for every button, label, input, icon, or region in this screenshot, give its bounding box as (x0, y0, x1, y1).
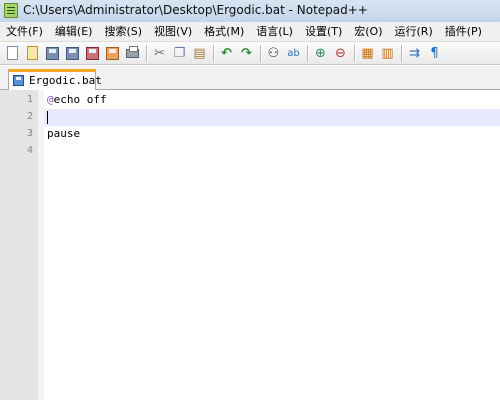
copy-icon: ❐ (173, 45, 186, 61)
menu-macro[interactable]: 宏(O) (348, 22, 388, 41)
saved-file-icon (13, 75, 24, 86)
open-file-icon (27, 45, 38, 60)
close-button[interactable] (84, 45, 101, 62)
save-all-icon (66, 46, 79, 60)
undo-button[interactable]: ↶ (218, 45, 235, 62)
menu-file[interactable]: 文件(F) (0, 22, 49, 41)
menu-language[interactable]: 语言(L) (250, 22, 299, 41)
editor-area[interactable]: 1 2 3 4 @echo off pause (0, 90, 500, 400)
copy-button[interactable]: ❐ (171, 45, 188, 62)
close-all-button[interactable] (104, 45, 121, 62)
document-tab-bar: Ergodic.bat (0, 66, 500, 90)
toolbar: ✂ ❐ ▤ ↶ ↷ ⚇ ab ⊕ ⊖ ▦ ▥ ⇉ ¶ (0, 42, 500, 65)
menu-format[interactable]: 格式(M) (198, 22, 250, 41)
paste-button[interactable]: ▤ (191, 45, 208, 62)
menu-edit[interactable]: 编辑(E) (49, 22, 99, 41)
toolbar-separator (213, 44, 214, 62)
new-file-button[interactable] (4, 45, 21, 62)
open-file-button[interactable] (24, 45, 41, 62)
sync-horizontal-button[interactable]: ▥ (379, 45, 396, 62)
paste-icon: ▤ (193, 45, 206, 61)
toolbar-separator (401, 44, 402, 62)
fold-margin (38, 90, 44, 400)
window-title: C:\Users\Administrator\Desktop\Ergodic.b… (23, 3, 368, 17)
text-caret (47, 111, 48, 124)
line-number: 2 (26, 111, 33, 122)
save-all-button[interactable] (64, 45, 81, 62)
sync-vertical-button[interactable]: ▦ (359, 45, 376, 62)
find-button[interactable]: ⚇ (265, 45, 282, 62)
code-line-1: @echo off (47, 93, 107, 106)
replace-icon: ab (287, 47, 300, 59)
close-icon (86, 46, 99, 60)
zoom-in-icon: ⊕ (315, 45, 326, 61)
cut-button[interactable]: ✂ (151, 45, 168, 62)
toolbar-separator (307, 44, 308, 62)
menu-view[interactable]: 视图(V) (148, 22, 198, 41)
find-icon: ⚇ (267, 45, 280, 61)
word-wrap-icon: ⇉ (409, 45, 420, 61)
line-number: 3 (26, 128, 33, 139)
word-wrap-button[interactable]: ⇉ (406, 45, 423, 62)
line-number-gutter: 1 2 3 4 (0, 90, 39, 400)
menu-bar: 文件(F) 编辑(E) 搜索(S) 视图(V) 格式(M) 语言(L) 设置(T… (0, 22, 500, 42)
line-number: 4 (26, 145, 33, 156)
current-line-highlight (44, 109, 500, 126)
show-all-chars-button[interactable]: ¶ (426, 45, 443, 62)
replace-button[interactable]: ab (285, 45, 302, 62)
title-bar: C:\Users\Administrator\Desktop\Ergodic.b… (0, 0, 500, 23)
redo-button[interactable]: ↷ (238, 45, 255, 62)
redo-icon: ↷ (241, 45, 252, 61)
zoom-out-icon: ⊖ (335, 45, 346, 61)
print-button[interactable] (124, 45, 141, 62)
toolbar-separator (354, 44, 355, 62)
menu-run[interactable]: 运行(R) (389, 22, 439, 41)
menu-search[interactable]: 搜索(S) (98, 22, 148, 41)
undo-icon: ↶ (221, 45, 232, 61)
code-text: echo off (53, 93, 107, 106)
zoom-out-button[interactable]: ⊖ (332, 45, 349, 62)
tab-label: Ergodic.bat (29, 74, 102, 87)
code-line-3: pause (47, 127, 81, 140)
toolbar-separator (260, 44, 261, 62)
show-all-chars-icon: ¶ (430, 45, 439, 61)
cut-icon: ✂ (154, 45, 165, 61)
close-all-icon (106, 46, 119, 60)
zoom-in-button[interactable]: ⊕ (312, 45, 329, 62)
print-icon (126, 45, 139, 58)
save-icon (46, 46, 59, 60)
line-number: 1 (26, 94, 33, 105)
menu-settings[interactable]: 设置(T) (299, 22, 348, 41)
echo-at-sign: @ (47, 93, 54, 106)
new-file-icon (7, 45, 18, 60)
tab-ergodic-bat[interactable]: Ergodic.bat (8, 69, 102, 90)
notepadpp-app-icon[interactable] (4, 3, 18, 18)
save-button[interactable] (44, 45, 61, 62)
sync-horizontal-icon: ▥ (381, 45, 394, 61)
toolbar-separator (146, 44, 147, 62)
sync-vertical-icon: ▦ (361, 45, 374, 61)
menu-plugins[interactable]: 插件(P) (439, 22, 488, 41)
